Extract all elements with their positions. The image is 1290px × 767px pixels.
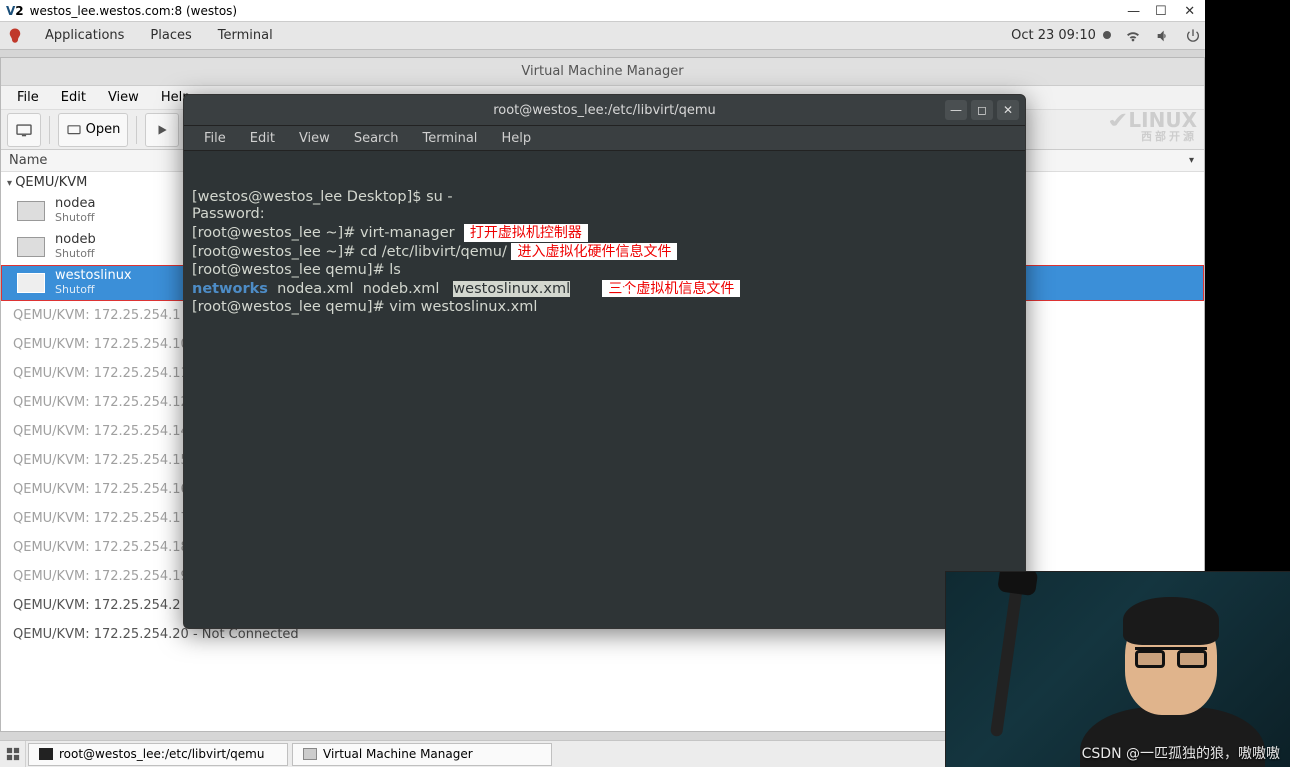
workspace-switcher[interactable] (0, 741, 26, 767)
network-icon[interactable] (1125, 28, 1141, 44)
terminal-menu-terminal[interactable]: Terminal (412, 131, 487, 146)
terminal-icon (39, 748, 53, 760)
vm-state: Shutoff (55, 284, 132, 297)
terminal-line: Password: (192, 206, 1017, 224)
volume-icon[interactable] (1155, 28, 1171, 44)
terminal-maximize-button[interactable]: ◻ (971, 100, 993, 120)
taskbar-item-vmm[interactable]: Virtual Machine Manager (292, 743, 552, 766)
webcam-overlay: CSDN @一匹孤独的狼，嗷嗷嗷 (945, 571, 1290, 767)
mouse-cursor-icon: ↖ (619, 277, 632, 297)
vm-name: nodea (55, 197, 95, 212)
vmm-menu-file[interactable]: File (9, 90, 47, 105)
vmm-menu-edit[interactable]: Edit (53, 90, 94, 105)
maximize-button[interactable]: ☐ (1147, 0, 1174, 22)
gnome-menu-applications[interactable]: Applications (32, 28, 137, 43)
clock[interactable]: Oct 23 09:10 (1011, 28, 1111, 43)
terminal-menu-search[interactable]: Search (344, 131, 409, 146)
vm-state: Shutoff (55, 248, 96, 261)
terminal-menu-edit[interactable]: Edit (240, 131, 285, 146)
terminal-window: root@westos_lee:/etc/libvirt/qemu — ◻ ✕ … (183, 94, 1026, 629)
gnome-top-bar: Applications Places Terminal Oct 23 09:1… (0, 22, 1205, 50)
vm-name: nodeb (55, 233, 96, 248)
monitor-icon (17, 237, 45, 257)
vm-name: westoslinux (55, 269, 132, 284)
terminal-line: [root@westos_lee qemu]# vim westoslinux.… (192, 299, 1017, 317)
vmm-title: Virtual Machine Manager (1, 58, 1204, 86)
open-vm-button[interactable]: Open (58, 113, 128, 147)
terminal-close-button[interactable]: ✕ (997, 100, 1019, 120)
csdn-watermark: CSDN @一匹孤独的狼，嗷嗷嗷 (1082, 743, 1280, 763)
linux-watermark: ✔LINUX 西部开源 (1110, 110, 1197, 143)
terminal-line: [root@westos_lee ~]# virt-manager 打开虚拟机控… (192, 224, 1017, 243)
terminal-menubar: File Edit View Search Terminal Help (184, 125, 1025, 151)
terminal-line: [root@westos_lee ~]# cd /etc/libvirt/qem… (192, 243, 1017, 262)
gnome-menu-terminal[interactable]: Terminal (205, 28, 286, 43)
minimize-button[interactable]: — (1120, 0, 1147, 22)
activities-icon[interactable] (6, 27, 24, 45)
terminal-menu-view[interactable]: View (289, 131, 340, 146)
vmm-menu-view[interactable]: View (100, 90, 147, 105)
terminal-menu-help[interactable]: Help (491, 131, 541, 146)
terminal-minimize-button[interactable]: — (945, 100, 967, 120)
taskbar-item-terminal[interactable]: root@westos_lee:/etc/libvirt/qemu (28, 743, 288, 766)
monitor-icon (17, 273, 45, 293)
gnome-menu-places[interactable]: Places (137, 28, 204, 43)
monitor-icon (17, 201, 45, 221)
vmm-icon (303, 748, 317, 760)
terminal-title: root@westos_lee:/etc/libvirt/qemu — ◻ ✕ (184, 95, 1025, 125)
vnc-titlebar: V2 westos_lee.westos.com:8 (westos) — ☐ … (0, 0, 1205, 22)
power-icon[interactable] (1185, 28, 1201, 44)
terminal-body[interactable]: [westos@westos_lee Desktop]$ su -Passwor… (184, 151, 1025, 354)
annotation-label: 打开虚拟机控制器 (464, 224, 588, 241)
vnc-logo: V2 (6, 4, 24, 18)
terminal-line: networks nodea.xml nodeb.xml westoslinux… (192, 280, 1017, 299)
vm-state: Shutoff (55, 212, 95, 225)
terminal-line: [root@westos_lee qemu]# ls (192, 262, 1017, 280)
vnc-title-text: westos_lee.westos.com:8 (westos) (30, 4, 237, 18)
close-button[interactable]: ✕ (1174, 0, 1205, 22)
run-vm-button[interactable] (145, 113, 179, 147)
terminal-menu-file[interactable]: File (194, 131, 236, 146)
terminal-line: [westos@westos_lee Desktop]$ su - (192, 189, 1017, 207)
annotation-label: 进入虚拟化硬件信息文件 (511, 243, 677, 260)
new-vm-button[interactable] (7, 113, 41, 147)
